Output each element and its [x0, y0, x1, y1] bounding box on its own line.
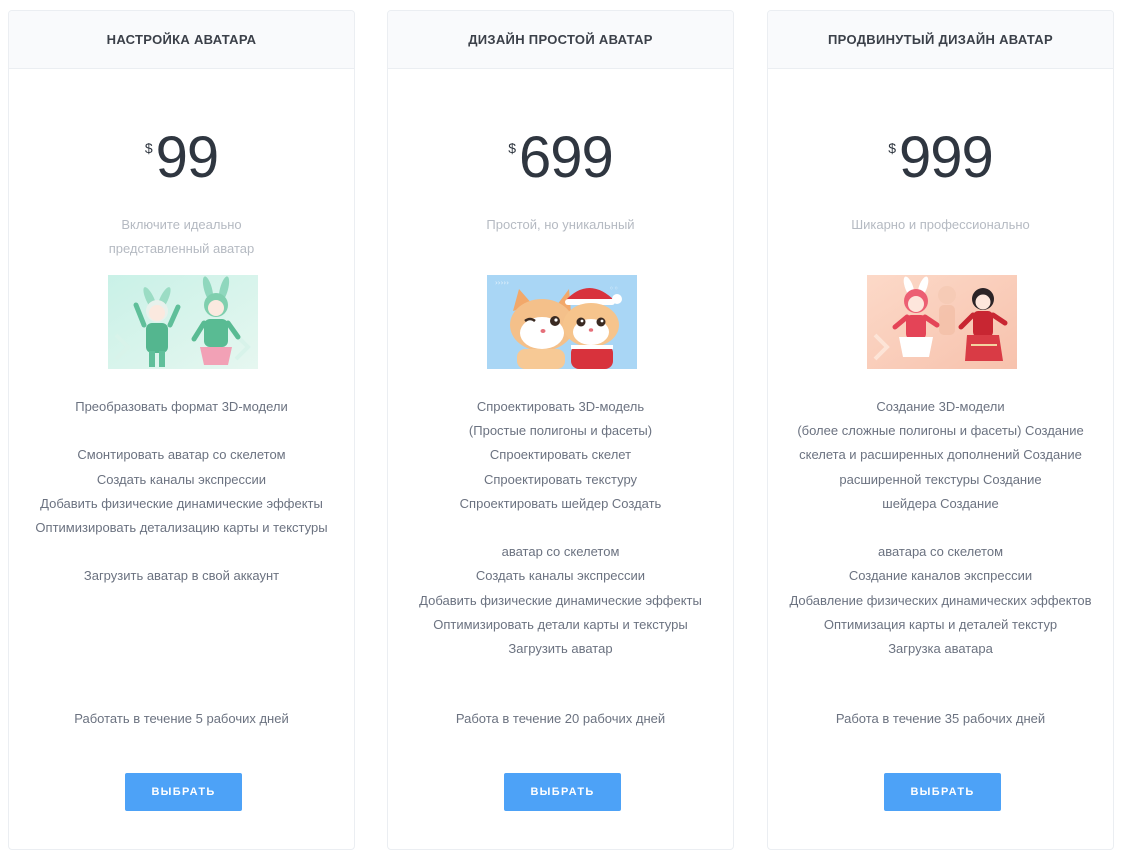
currency-symbol: $ — [508, 140, 516, 156]
feature-list: Создание 3D-модели (более сложные полиго… — [774, 395, 1107, 661]
svg-text:◦◦: ◦◦ — [609, 284, 618, 293]
plan-subtitle: Шикарно и профессионально — [808, 213, 1073, 237]
currency-symbol: $ — [888, 140, 896, 156]
select-plan-button[interactable]: ВЫБРАТЬ — [884, 773, 1001, 811]
price-amount: 999 — [899, 125, 994, 190]
feature-item: Создать каналы экспрессии — [475, 568, 646, 584]
feature-item: Спроектировать скелет — [489, 447, 632, 463]
feature-item: Смонтировать аватар со скелетом — [77, 447, 286, 463]
feature-item: Оптимизировать детали карты и текстуры — [433, 616, 688, 632]
feature-item: (Простые полигоны и фасеты) — [468, 423, 653, 439]
feature-spacer — [394, 516, 727, 540]
plan-title: ДИЗАЙН ПРОСТОЙ АВАТАР — [388, 11, 733, 69]
subtitle-line: представленный аватар — [108, 241, 255, 256]
plan-price: $699 — [388, 129, 733, 187]
feature-item: скелета и расширенных дополнений Создани… — [799, 447, 1082, 463]
feature-item: Спроектировать шейдер Создать — [459, 495, 662, 511]
avatar-preview-image — [108, 275, 258, 369]
plan-subtitle: Простой, но уникальный — [428, 213, 693, 237]
feature-item: аватара со скелетом — [877, 544, 1004, 560]
feature-item: Создание 3D-модели — [876, 399, 1005, 414]
currency-symbol: $ — [144, 140, 153, 156]
pricing-card-avatar-setup: НАСТРОЙКА АВАТАРА $99 Включите идеально … — [8, 10, 355, 850]
feature-item: Оптимизация карты и деталей текстур — [823, 616, 1058, 632]
feature-item: (более сложные полигоны и фасеты) Создан… — [797, 423, 1084, 439]
feature-item: расширенной текстуры Создание — [839, 471, 1042, 487]
feature-item: шейдера Создание — [882, 495, 999, 511]
feature-spacer — [774, 516, 1107, 540]
feature-item: Добавить физические динамические эффекты — [40, 495, 323, 511]
avatar-preview-image — [867, 275, 1017, 369]
feature-item: Спроектировать текстуру — [483, 471, 638, 487]
feature-item: Добавить физические динамические эффекты — [419, 592, 702, 608]
subtitle-line: Простой, но уникальный — [486, 217, 635, 232]
feature-item: Загрузить аватар — [508, 641, 613, 657]
feature-item: Создание каналов экспрессии — [848, 568, 1033, 584]
feature-item: Создать каналы экспрессии — [96, 471, 267, 487]
feature-item: Преобразовать формат 3D-модели — [75, 399, 288, 414]
svg-text:›››››: ››››› — [495, 279, 509, 287]
feature-item: Добавление физических динамических эффек… — [789, 592, 1092, 608]
feature-list: Преобразовать формат 3D-модели Смонтиров… — [15, 395, 348, 589]
feature-list: Спроектировать 3D-модель (Простые полиго… — [394, 395, 727, 661]
plan-duration: Работа в течение 35 рабочих дней — [835, 711, 1046, 726]
avatar-preview-image: ››››› ◦◦ — [487, 275, 637, 369]
subtitle-line: Шикарно и профессионально — [851, 217, 1030, 232]
plan-duration: Работа в течение 20 рабочих дней — [455, 711, 666, 726]
price-amount: 99 — [155, 125, 220, 190]
feature-item: аватар со скелетом — [501, 544, 620, 560]
feature-spacer — [15, 540, 348, 564]
plan-duration: Работать в течение 5 рабочих дней — [74, 711, 289, 726]
select-plan-button[interactable]: ВЫБРАТЬ — [125, 773, 242, 811]
plan-price: $999 — [768, 129, 1113, 187]
pricing-card-advanced-design: ПРОДВИНУТЫЙ ДИЗАЙН АВАТАР $999 Шикарно и… — [767, 10, 1114, 850]
feature-item: Загрузить аватар в свой аккаунт — [83, 568, 280, 584]
feature-spacer — [15, 419, 348, 443]
feature-item: Загрузка аватара — [888, 641, 993, 657]
select-plan-button[interactable]: ВЫБРАТЬ — [504, 773, 621, 811]
feature-item: Оптимизировать детализацию карты и текст… — [35, 520, 328, 535]
price-amount: 699 — [519, 125, 614, 190]
plan-subtitle: Включите идеально представленный аватар — [49, 213, 314, 261]
feature-item: Спроектировать 3D-модель — [476, 399, 645, 414]
pricing-card-simple-design: ДИЗАЙН ПРОСТОЙ АВАТАР $699 Простой, но у… — [387, 10, 734, 850]
subtitle-line: Включите идеально — [121, 217, 242, 232]
plan-title: ПРОДВИНУТЫЙ ДИЗАЙН АВАТАР — [768, 11, 1113, 69]
plan-title: НАСТРОЙКА АВАТАРА — [9, 11, 354, 69]
plan-price: $99 — [9, 129, 354, 187]
